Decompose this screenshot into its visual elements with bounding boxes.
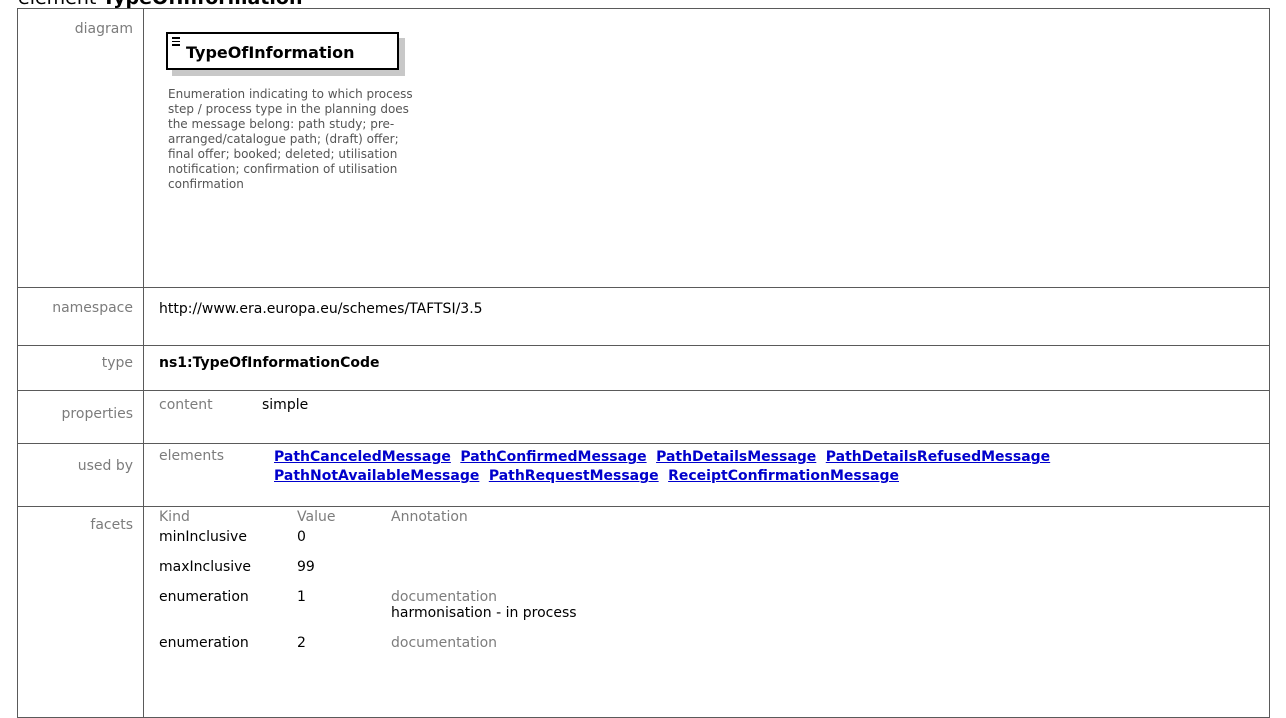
- facets-header-annotation: Annotation: [391, 509, 468, 525]
- facet-value: 99: [297, 559, 315, 575]
- facets-cell: Kind Value Annotation minInclusive 0 max…: [143, 506, 1270, 718]
- facet-doc-label: documentation: [391, 635, 498, 651]
- used-by-elements: elements PathCanceledMessage PathConfirm…: [159, 448, 1269, 486]
- facet-annotation: documentation harmonisation - in process: [391, 589, 891, 635]
- namespace-label: namespace: [17, 287, 144, 346]
- facets-header: Kind Value Annotation: [159, 509, 891, 529]
- type-label: type: [17, 345, 144, 391]
- used-by-link[interactable]: PathRequestMessage: [489, 468, 659, 484]
- facet-doc-label: documentation: [391, 589, 498, 605]
- properties-label: properties: [17, 390, 144, 444]
- facet-annotation: [391, 529, 891, 559]
- used-by-link[interactable]: PathNotAvailableMessage: [274, 468, 479, 484]
- diagram-label: diagram: [17, 8, 144, 288]
- facet-value: 0: [297, 529, 306, 545]
- type-row: type ns1:TypeOfInformationCode: [17, 345, 1270, 391]
- facets-row: facets Kind Value Annotation minInclusiv…: [17, 506, 1270, 718]
- facet-kind: enumeration: [159, 635, 249, 651]
- diagram-row: diagram TypeOfInformation Enumeration in…: [17, 8, 1270, 288]
- facet-value: 1: [297, 589, 306, 605]
- used-by-label: used by: [17, 443, 144, 507]
- used-by-link[interactable]: PathCanceledMessage: [274, 449, 451, 465]
- properties-cell: content simple: [143, 390, 1270, 444]
- diagram-cell: TypeOfInformation Enumeration indicating…: [143, 8, 1270, 288]
- facet-value: 2: [297, 635, 306, 651]
- used-by-link[interactable]: PathDetailsRefusedMessage: [826, 449, 1050, 465]
- diagram-documentation: Enumeration indicating to which process …: [168, 87, 413, 191]
- facet-row: enumeration 1 documentation harmonisatio…: [159, 589, 891, 635]
- used-by-row: used by elements PathCanceledMessage Pat…: [17, 443, 1270, 507]
- facet-row: maxInclusive 99: [159, 559, 891, 589]
- used-by-links: PathCanceledMessage PathConfirmedMessage…: [274, 448, 1264, 486]
- properties-key: content: [159, 397, 213, 413]
- namespace-value: http://www.era.europa.eu/schemes/TAFTSI/…: [143, 287, 1270, 346]
- facets-table: Kind Value Annotation minInclusive 0 max…: [159, 509, 891, 665]
- facet-doc-text: harmonisation - in process: [391, 605, 577, 621]
- facet-annotation: documentation: [391, 635, 891, 665]
- facet-kind: maxInclusive: [159, 559, 252, 575]
- used-by-cell: elements PathCanceledMessage PathConfirm…: [143, 443, 1270, 507]
- properties-content: content simple: [159, 397, 1269, 413]
- used-by-link[interactable]: PathConfirmedMessage: [460, 449, 646, 465]
- facets-header-kind: Kind: [159, 509, 190, 525]
- facet-kind: enumeration: [159, 589, 249, 605]
- facet-row: enumeration 2 documentation: [159, 635, 891, 665]
- used-by-link[interactable]: PathDetailsMessage: [656, 449, 816, 465]
- diagram-element-name: TypeOfInformation: [186, 43, 355, 62]
- diagram-element-box[interactable]: TypeOfInformation: [166, 32, 399, 70]
- facet-annotation: [391, 559, 891, 589]
- facet-row: minInclusive 0: [159, 529, 891, 559]
- type-value: ns1:TypeOfInformationCode: [143, 345, 1270, 391]
- facets-label: facets: [17, 506, 144, 718]
- facets-header-value: Value: [297, 509, 336, 525]
- namespace-row: namespace http://www.era.europa.eu/schem…: [17, 287, 1270, 346]
- facet-kind: minInclusive: [159, 529, 247, 545]
- used-by-key: elements: [159, 448, 225, 464]
- element-lines-icon: [172, 37, 180, 48]
- properties-row: properties content simple: [17, 390, 1270, 444]
- schema-doc-table: diagram TypeOfInformation Enumeration in…: [17, 8, 1270, 718]
- used-by-link[interactable]: ReceiptConfirmationMessage: [668, 468, 899, 484]
- properties-value: simple: [262, 397, 309, 413]
